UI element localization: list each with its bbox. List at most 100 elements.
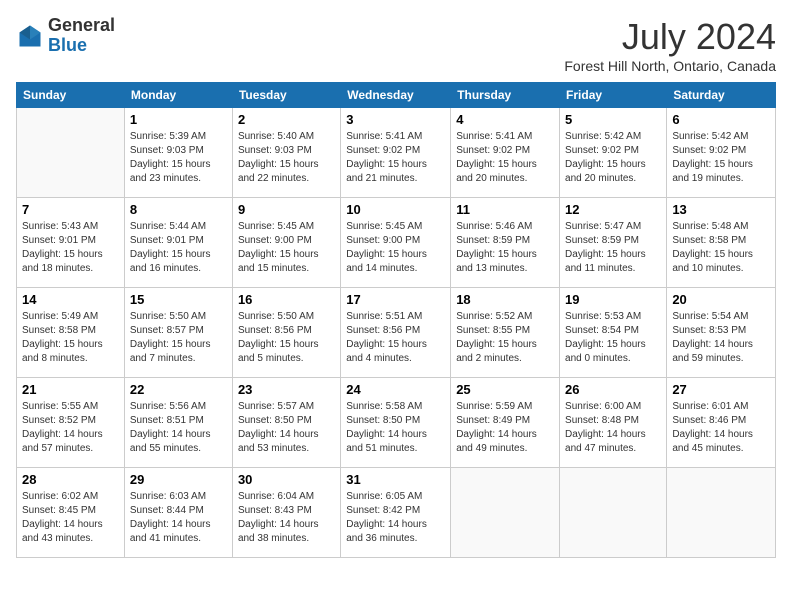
day-info: Sunrise: 5:48 AM Sunset: 8:58 PM Dayligh…: [672, 220, 770, 276]
calendar-cell: 28 Sunrise: 6:02 AM Sunset: 8:45 PM Dayli…: [17, 468, 125, 558]
calendar-cell: [451, 468, 560, 558]
calendar-cell: 24 Sunrise: 5:58 AM Sunset: 8:50 PM Dayli…: [341, 378, 451, 468]
day-number: 31: [346, 472, 445, 487]
calendar-cell: 2 Sunrise: 5:40 AM Sunset: 9:03 PM Daylig…: [232, 108, 340, 198]
day-number: 22: [130, 382, 227, 397]
day-info: Sunrise: 5:51 AM Sunset: 8:56 PM Dayligh…: [346, 310, 445, 366]
title-block: July 2024 Forest Hill North, Ontario, Ca…: [564, 16, 776, 74]
day-number: 17: [346, 292, 445, 307]
calendar-cell: 21 Sunrise: 5:55 AM Sunset: 8:52 PM Dayli…: [17, 378, 125, 468]
day-number: 9: [238, 202, 335, 217]
calendar-cell: 3 Sunrise: 5:41 AM Sunset: 9:02 PM Daylig…: [341, 108, 451, 198]
day-number: 18: [456, 292, 554, 307]
day-number: 3: [346, 112, 445, 127]
month-title: July 2024: [564, 16, 776, 58]
calendar-cell: 27 Sunrise: 6:01 AM Sunset: 8:46 PM Dayli…: [667, 378, 776, 468]
day-info: Sunrise: 6:05 AM Sunset: 8:42 PM Dayligh…: [346, 490, 445, 546]
day-number: 23: [238, 382, 335, 397]
calendar-cell: 14 Sunrise: 5:49 AM Sunset: 8:58 PM Dayli…: [17, 288, 125, 378]
header-day-saturday: Saturday: [667, 83, 776, 108]
header-day-sunday: Sunday: [17, 83, 125, 108]
day-number: 21: [22, 382, 119, 397]
week-row-5: 28 Sunrise: 6:02 AM Sunset: 8:45 PM Dayli…: [17, 468, 776, 558]
day-number: 27: [672, 382, 770, 397]
day-number: 11: [456, 202, 554, 217]
page-header: General Blue July 2024 Forest Hill North…: [16, 16, 776, 74]
day-info: Sunrise: 5:57 AM Sunset: 8:50 PM Dayligh…: [238, 400, 335, 456]
day-number: 25: [456, 382, 554, 397]
calendar-cell: 5 Sunrise: 5:42 AM Sunset: 9:02 PM Daylig…: [560, 108, 667, 198]
day-number: 5: [565, 112, 661, 127]
week-row-3: 14 Sunrise: 5:49 AM Sunset: 8:58 PM Dayli…: [17, 288, 776, 378]
day-info: Sunrise: 6:03 AM Sunset: 8:44 PM Dayligh…: [130, 490, 227, 546]
day-number: 7: [22, 202, 119, 217]
calendar-cell: 29 Sunrise: 6:03 AM Sunset: 8:44 PM Dayli…: [124, 468, 232, 558]
day-number: 8: [130, 202, 227, 217]
day-number: 12: [565, 202, 661, 217]
day-info: Sunrise: 5:39 AM Sunset: 9:03 PM Dayligh…: [130, 130, 227, 186]
calendar-cell: [560, 468, 667, 558]
day-info: Sunrise: 5:45 AM Sunset: 9:00 PM Dayligh…: [238, 220, 335, 276]
calendar-cell: 12 Sunrise: 5:47 AM Sunset: 8:59 PM Dayli…: [560, 198, 667, 288]
calendar-cell: 1Sunrise: 5:39 AM Sunset: 9:03 PM Daylig…: [124, 108, 232, 198]
calendar-cell: 6Sunrise: 5:42 AM Sunset: 9:02 PM Daylig…: [667, 108, 776, 198]
day-info: Sunrise: 6:02 AM Sunset: 8:45 PM Dayligh…: [22, 490, 119, 546]
day-number: 14: [22, 292, 119, 307]
day-info: Sunrise: 5:55 AM Sunset: 8:52 PM Dayligh…: [22, 400, 119, 456]
day-info: Sunrise: 5:45 AM Sunset: 9:00 PM Dayligh…: [346, 220, 445, 276]
day-number: 20: [672, 292, 770, 307]
week-row-4: 21 Sunrise: 5:55 AM Sunset: 8:52 PM Dayli…: [17, 378, 776, 468]
day-number: 6: [672, 112, 770, 127]
day-info: Sunrise: 5:56 AM Sunset: 8:51 PM Dayligh…: [130, 400, 227, 456]
calendar-cell: 19Sunrise: 5:53 AM Sunset: 8:54 PM Dayli…: [560, 288, 667, 378]
calendar-cell: [17, 108, 125, 198]
day-number: 30: [238, 472, 335, 487]
day-info: Sunrise: 5:41 AM Sunset: 9:02 PM Dayligh…: [456, 130, 554, 186]
calendar-cell: 30Sunrise: 6:04 AM Sunset: 8:43 PM Dayli…: [232, 468, 340, 558]
logo-icon: [16, 22, 44, 50]
day-info: Sunrise: 6:01 AM Sunset: 8:46 PM Dayligh…: [672, 400, 770, 456]
calendar-cell: [667, 468, 776, 558]
calendar-cell: 10 Sunrise: 5:45 AM Sunset: 9:00 PM Dayli…: [341, 198, 451, 288]
day-info: Sunrise: 5:50 AM Sunset: 8:57 PM Dayligh…: [130, 310, 227, 366]
day-number: 28: [22, 472, 119, 487]
day-info: Sunrise: 5:50 AM Sunset: 8:56 PM Dayligh…: [238, 310, 335, 366]
day-info: Sunrise: 5:41 AM Sunset: 9:02 PM Dayligh…: [346, 130, 445, 186]
header-day-tuesday: Tuesday: [232, 83, 340, 108]
calendar-cell: 9 Sunrise: 5:45 AM Sunset: 9:00 PM Daylig…: [232, 198, 340, 288]
day-number: 15: [130, 292, 227, 307]
day-info: Sunrise: 5:46 AM Sunset: 8:59 PM Dayligh…: [456, 220, 554, 276]
day-info: Sunrise: 5:44 AM Sunset: 9:01 PM Dayligh…: [130, 220, 227, 276]
calendar-cell: 20 Sunrise: 5:54 AM Sunset: 8:53 PM Dayli…: [667, 288, 776, 378]
calendar-cell: 16Sunrise: 5:50 AM Sunset: 8:56 PM Dayli…: [232, 288, 340, 378]
calendar-table: SundayMondayTuesdayWednesdayThursdayFrid…: [16, 82, 776, 558]
day-info: Sunrise: 5:49 AM Sunset: 8:58 PM Dayligh…: [22, 310, 119, 366]
calendar-cell: 23 Sunrise: 5:57 AM Sunset: 8:50 PM Dayli…: [232, 378, 340, 468]
calendar-cell: 8 Sunrise: 5:44 AM Sunset: 9:01 PM Daylig…: [124, 198, 232, 288]
day-info: Sunrise: 5:40 AM Sunset: 9:03 PM Dayligh…: [238, 130, 335, 186]
day-info: Sunrise: 5:59 AM Sunset: 8:49 PM Dayligh…: [456, 400, 554, 456]
day-info: Sunrise: 5:54 AM Sunset: 8:53 PM Dayligh…: [672, 310, 770, 366]
day-number: 2: [238, 112, 335, 127]
day-info: Sunrise: 5:47 AM Sunset: 8:59 PM Dayligh…: [565, 220, 661, 276]
day-number: 13: [672, 202, 770, 217]
day-number: 24: [346, 382, 445, 397]
calendar-cell: 17 Sunrise: 5:51 AM Sunset: 8:56 PM Dayli…: [341, 288, 451, 378]
calendar-cell: 31 Sunrise: 6:05 AM Sunset: 8:42 PM Dayli…: [341, 468, 451, 558]
header-day-thursday: Thursday: [451, 83, 560, 108]
calendar-cell: 26Sunrise: 6:00 AM Sunset: 8:48 PM Dayli…: [560, 378, 667, 468]
calendar-cell: 13 Sunrise: 5:48 AM Sunset: 8:58 PM Dayli…: [667, 198, 776, 288]
calendar-body: 1Sunrise: 5:39 AM Sunset: 9:03 PM Daylig…: [17, 108, 776, 558]
header-day-monday: Monday: [124, 83, 232, 108]
day-info: Sunrise: 5:42 AM Sunset: 9:02 PM Dayligh…: [565, 130, 661, 186]
week-row-1: 1Sunrise: 5:39 AM Sunset: 9:03 PM Daylig…: [17, 108, 776, 198]
day-number: 29: [130, 472, 227, 487]
day-info: Sunrise: 5:58 AM Sunset: 8:50 PM Dayligh…: [346, 400, 445, 456]
day-number: 10: [346, 202, 445, 217]
day-number: 26: [565, 382, 661, 397]
week-row-2: 7Sunrise: 5:43 AM Sunset: 9:01 PM Daylig…: [17, 198, 776, 288]
calendar-cell: 15 Sunrise: 5:50 AM Sunset: 8:57 PM Dayli…: [124, 288, 232, 378]
day-number: 4: [456, 112, 554, 127]
logo: General Blue: [16, 16, 115, 56]
calendar-cell: 22 Sunrise: 5:56 AM Sunset: 8:51 PM Dayli…: [124, 378, 232, 468]
